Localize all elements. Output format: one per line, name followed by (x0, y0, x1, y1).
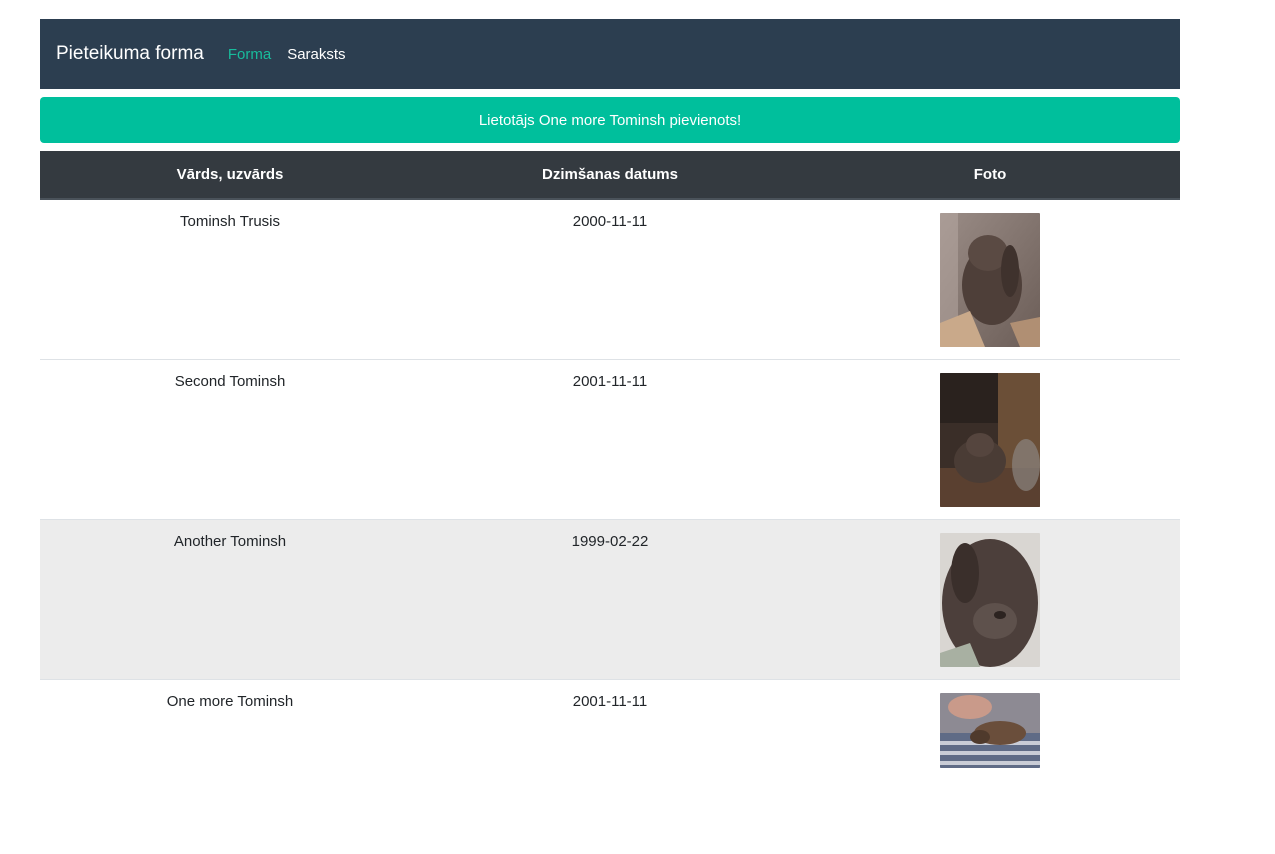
cell-name: Second Tominsh (40, 359, 420, 520)
alert-message: Lietotājs One more Tominsh pievienots! (478, 111, 742, 129)
birthdate-text: 1999-02-22 (571, 533, 649, 550)
cell-birthdate: 1999-02-22 (420, 519, 800, 680)
cell-photo (800, 679, 1180, 780)
cell-name: Tominsh Trusis (40, 199, 420, 360)
birthdate-text: 2001-11-11 (572, 693, 648, 710)
rabbit-photo (940, 693, 1040, 768)
cell-photo (800, 519, 1180, 680)
cell-name: Another Tominsh (40, 519, 420, 680)
table-row: One more Tominsh 2001-11-11 (40, 679, 1180, 780)
name-text: Another Tominsh (173, 533, 287, 550)
table-row: Another Tominsh 1999-02-22 (40, 519, 1180, 680)
name-text: Second Tominsh (174, 373, 286, 390)
cell-birthdate: 2001-11-11 (420, 679, 800, 780)
name-text: One more Tominsh (166, 693, 294, 710)
cell-name: One more Tominsh (40, 679, 420, 780)
table-header-row: Vārds, uzvārds Dzimšanas datums Foto (40, 151, 1180, 200)
navbar: Pieteikuma forma Forma Saraksts (40, 19, 1180, 89)
cell-birthdate: 2000-11-11 (420, 199, 800, 360)
navbar-brand[interactable]: Pieteikuma forma (56, 43, 204, 65)
cell-birthdate: 2001-11-11 (420, 359, 800, 520)
birthdate-text: 2001-11-11 (572, 373, 648, 390)
success-alert: Lietotājs One more Tominsh pievienots! (40, 97, 1180, 143)
column-header-photo: Foto (800, 151, 1180, 200)
cell-photo (800, 359, 1180, 520)
cell-photo (800, 199, 1180, 360)
column-header-birthdate: Dzimšanas datums (420, 151, 800, 200)
users-table: Vārds, uzvārds Dzimšanas datums Foto Tom… (40, 151, 1180, 780)
birthdate-text: 2000-11-11 (572, 213, 648, 230)
name-text: Tominsh Trusis (179, 213, 281, 230)
table-row: Tominsh Trusis 2000-11-11 (40, 199, 1180, 360)
rabbit-photo (940, 533, 1040, 667)
column-header-name: Vārds, uzvārds (40, 151, 420, 200)
rabbit-photo (940, 213, 1040, 347)
nav-link-forma[interactable]: Forma (228, 46, 271, 63)
nav-link-saraksts[interactable]: Saraksts (287, 46, 345, 63)
table-row: Second Tominsh 2001-11-11 (40, 359, 1180, 520)
rabbit-photo (940, 373, 1040, 507)
page-container: Pieteikuma forma Forma Saraksts Lietotāj… (40, 19, 1180, 780)
